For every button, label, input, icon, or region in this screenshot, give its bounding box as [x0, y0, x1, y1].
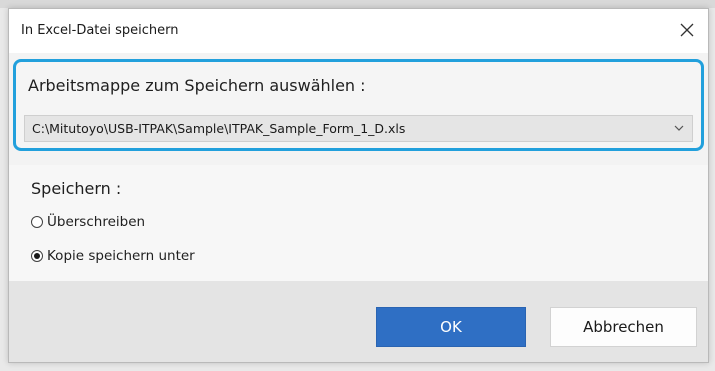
chevron-down-icon — [674, 125, 684, 131]
background-window-edge — [0, 0, 715, 8]
dialog-footer: OK Abbrechen — [9, 281, 708, 362]
workbook-selection-section: Arbeitsmappe zum Speichern auswählen : C… — [13, 59, 704, 151]
overwrite-label: Überschreiben — [47, 214, 146, 230]
close-icon — [680, 23, 694, 37]
ok-button[interactable]: OK — [376, 307, 526, 347]
save-to-excel-dialog: In Excel-Datei speichern Arbeitsmappe zu… — [8, 8, 709, 363]
save-copy-radio[interactable] — [31, 250, 43, 262]
save-options-section: Speichern : Überschreiben Kopie speicher… — [9, 165, 708, 281]
cancel-button[interactable]: Abbrechen — [550, 307, 697, 347]
overwrite-radio[interactable] — [31, 216, 43, 228]
dialog-titlebar: In Excel-Datei speichern — [9, 9, 708, 53]
workbook-path-dropdown[interactable]: C:\Mitutoyo\USB-ITPAK\Sample\ITPAK_Sampl… — [24, 115, 693, 142]
save-label: Speichern : — [31, 179, 122, 198]
workbook-label: Arbeitsmappe zum Speichern auswählen : — [28, 76, 366, 95]
dialog-title: In Excel-Datei speichern — [21, 23, 179, 38]
workbook-path-value: C:\Mitutoyo\USB-ITPAK\Sample\ITPAK_Sampl… — [32, 121, 406, 136]
save-copy-label: Kopie speichern unter — [47, 248, 195, 264]
close-button[interactable] — [672, 15, 702, 45]
